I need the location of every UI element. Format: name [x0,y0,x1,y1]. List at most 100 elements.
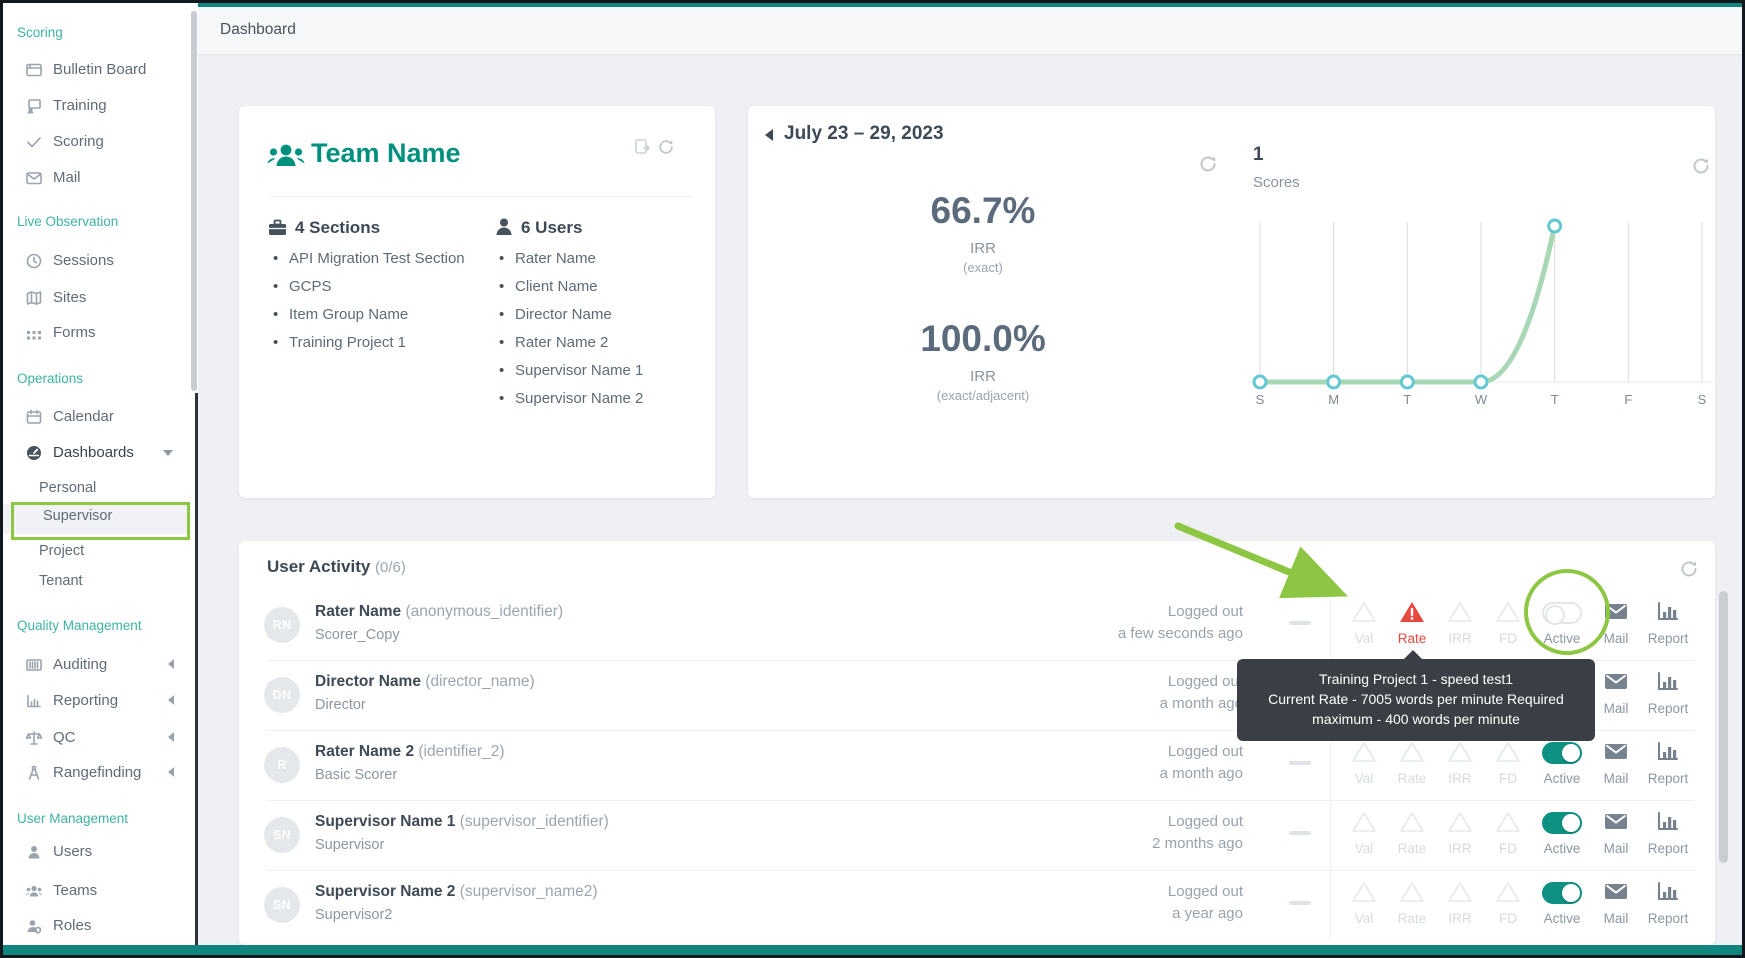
status-text: Logged out a few seconds ago [1117,603,1243,642]
sidebar-subitem-personal[interactable]: Personal [3,476,191,506]
mail-button[interactable]: Mail [1594,807,1638,863]
rate-indicator[interactable]: Rate [1390,807,1434,863]
sidebar-item-scoring[interactable]: Scoring [3,131,191,155]
user-activity-card: User Activity (0/6) RN Rater Name (anony… [239,541,1715,945]
irr-indicator[interactable]: IRR [1438,807,1482,863]
mail-button[interactable]: Mail [1594,877,1638,933]
mail-button[interactable]: Mail [1594,737,1638,793]
rate-tooltip: Training Project 1 - speed test1 Current… [1237,650,1595,741]
sidebar-item-auditing[interactable]: Auditing [3,654,191,678]
val-indicator[interactable]: Val [1342,737,1386,793]
sidebar-item-sessions[interactable]: Sessions [3,250,191,274]
sidebar-item-qc[interactable]: QC [3,727,191,751]
toggle-switch[interactable] [1542,742,1582,764]
compass-icon [28,765,40,780]
sidebar-item-mail[interactable]: Mail [3,167,191,191]
fd-indicator[interactable]: FD [1486,737,1530,793]
active-toggle[interactable]: Active [1534,807,1590,863]
rate-indicator[interactable]: Rate [1390,597,1434,653]
user-identifier: (anonymous_identifier) [405,603,564,620]
user-role: Scorer_Copy [315,627,400,643]
dash-placeholder [1289,761,1311,765]
triangle-icon [1496,812,1520,832]
avatar: SN [264,887,300,923]
irr-indicator[interactable]: IRR [1438,597,1482,653]
sidebar-item-roles[interactable]: Roles [3,915,191,939]
table-row: RN Rater Name (anonymous_identifier) Sco… [239,591,1715,661]
export-icon[interactable] [633,138,651,156]
irr-label: IRR [970,239,996,257]
page-scrollbar[interactable] [1719,591,1728,863]
status-text: Logged out 2 months ago [1152,813,1243,852]
fd-indicator[interactable]: FD [1486,877,1530,933]
sidebar-section-live-observation: Live Observation [17,214,119,229]
user-role: Supervisor [315,837,385,853]
divider [268,196,693,197]
sidebar-section-scoring: Scoring [17,25,63,40]
scores-line-chart: SMTWTFS [1244,214,1714,414]
fd-indicator[interactable]: FD [1486,597,1530,653]
sidebar-item-rangefinding[interactable]: Rangefinding [3,762,191,786]
user-role: Supervisor2 [315,907,393,923]
list-item: Supervisor Name 2 [497,388,707,409]
val-indicator[interactable]: Val [1342,877,1386,933]
avatar: R [264,747,300,783]
scales-icon [25,731,43,745]
refresh-icon[interactable] [1198,154,1218,174]
val-indicator[interactable]: Val [1342,807,1386,863]
list-item: Rater Name [497,248,707,269]
irr-indicator[interactable]: IRR [1438,877,1482,933]
sidebar-subitem-tenant[interactable]: Tenant [3,569,191,599]
grid-dots-icon [27,331,41,340]
report-button[interactable]: Report [1642,597,1694,653]
irr-adjacent-block: 100.0% IRR (exact/adjacent) [833,318,1133,403]
sidebar-item-reporting[interactable]: Reporting [3,690,191,714]
report-icon [1658,812,1678,830]
irr-indicator[interactable]: IRR [1438,737,1482,793]
sidebar-item-users[interactable]: Users [3,841,191,865]
sidebar-item-bulletin-board[interactable]: Bulletin Board [3,59,191,83]
triangle-icon [1496,742,1520,762]
svg-text:M: M [1328,392,1339,407]
user-identifier: (supervisor_identifier) [459,813,609,830]
toggle-switch[interactable] [1542,882,1582,904]
toggle-switch[interactable] [1542,602,1582,625]
fd-indicator[interactable]: FD [1486,807,1530,863]
users-header: 6 Users [521,218,583,237]
user-activity-title: User Activity [267,557,371,576]
val-indicator[interactable]: Val [1342,597,1386,653]
refresh-icon[interactable] [1691,156,1711,176]
rate-indicator[interactable]: Rate [1390,737,1434,793]
list-item: Client Name [497,276,707,297]
report-button[interactable]: Report [1642,877,1694,933]
irr-sublabel: (exact/adjacent) [936,387,1030,403]
refresh-icon[interactable] [657,138,675,156]
mail-button[interactable]: Mail [1594,597,1638,653]
refresh-icon[interactable] [1679,559,1699,579]
report-button[interactable]: Report [1642,807,1694,863]
active-toggle[interactable]: Active [1534,877,1590,933]
sidebar-item-calendar[interactable]: Calendar [3,406,191,430]
mail-icon [1605,604,1627,619]
app-window: Scoring Bulletin Board Training Scoring … [0,0,1745,958]
sidebar-subitem-project[interactable]: Project [3,539,191,569]
previous-week-icon[interactable] [765,129,773,141]
active-toggle[interactable]: Active [1534,597,1590,653]
toggle-switch[interactable] [1542,812,1582,834]
triangle-icon [1496,882,1520,902]
report-button[interactable]: Report [1642,737,1694,793]
sidebar-item-dashboards[interactable]: Dashboards [3,442,191,466]
sidebar-item-training[interactable]: Training [3,95,191,119]
table-row: SN Supervisor Name 1 (supervisor_identif… [239,801,1715,871]
rate-indicator[interactable]: Rate [1390,877,1434,933]
sidebar-item-teams[interactable]: Teams [3,880,191,904]
sidebar-scrollbar[interactable] [191,11,197,391]
irr-adjacent-value: 100.0% [920,318,1046,359]
mail-button[interactable]: Mail [1594,667,1638,723]
active-toggle[interactable]: Active [1534,737,1590,793]
sidebar-item-forms[interactable]: Forms [3,322,191,346]
user-identifier: (identifier_2) [418,743,505,760]
sidebar-item-sites[interactable]: Sites [3,287,191,311]
sidebar-subitem-supervisor[interactable]: Supervisor [3,504,191,534]
report-button[interactable]: Report [1642,667,1694,723]
